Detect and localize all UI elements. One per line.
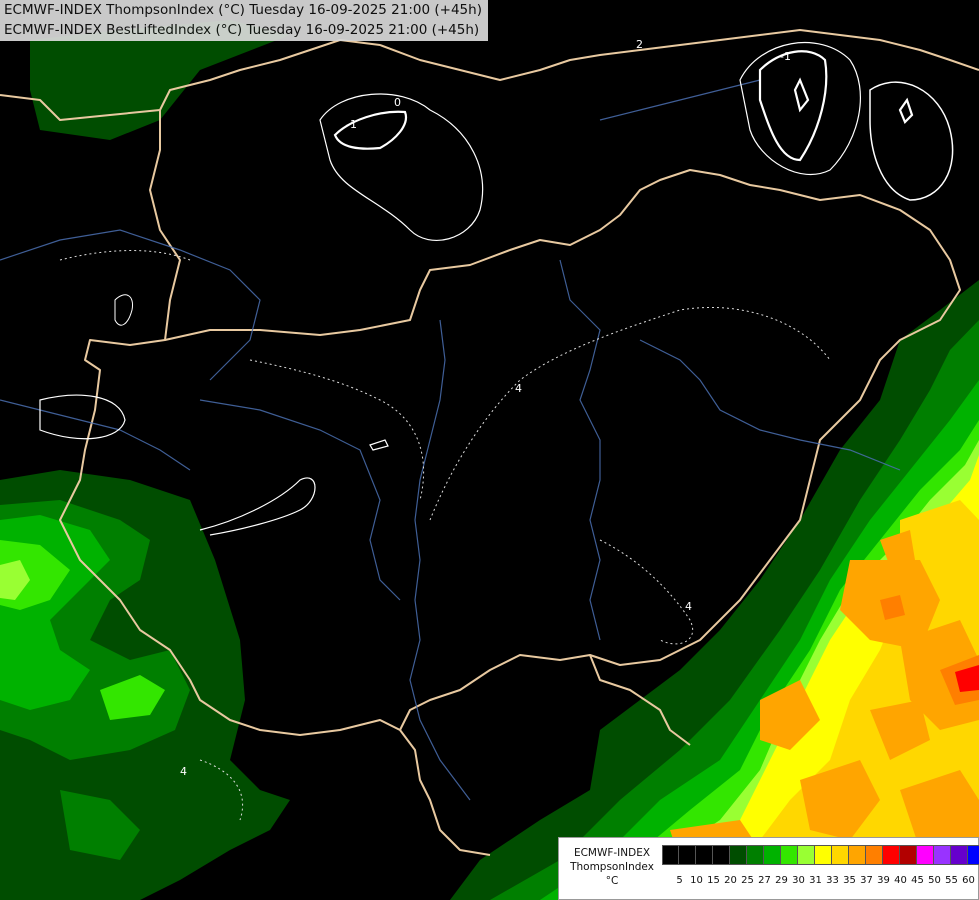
weather-map: 0 -1 -1 2 4 4 4 (0, 0, 979, 900)
legend-color-scale (662, 845, 979, 865)
legend-tick-label: 39 (877, 875, 890, 886)
legend-swatch (934, 845, 951, 865)
legend-swatch (849, 845, 866, 865)
legend-tick-label: 35 (843, 875, 856, 886)
legend-title: ECMWF-INDEX ThompsonIndex °C (563, 846, 661, 888)
title-line-1: ECMWF-INDEX ThompsonIndex (°C) Tuesday 1… (4, 2, 482, 18)
title-line-2: ECMWF-INDEX BestLiftedIndex (°C) Tuesday… (4, 22, 480, 38)
legend-swatch (917, 845, 934, 865)
legend-tick-label: 31 (809, 875, 822, 886)
legend-swatch (951, 845, 968, 865)
legend-tick-label: 55 (945, 875, 958, 886)
legend-swatch (679, 845, 696, 865)
legend-tick-label: 27 (758, 875, 771, 886)
legend-tick-label: 37 (860, 875, 873, 886)
legend-tick-label: 5 (676, 875, 683, 886)
color-legend: ECMWF-INDEX ThompsonIndex °C 5 10 15 20 25 27… (558, 837, 979, 900)
contour-label: 4 (685, 600, 692, 613)
legend-tick-label: 29 (775, 875, 788, 886)
map-title-box: ECMWF-INDEX ThompsonIndex (°C) Tuesday 1… (0, 0, 488, 41)
legend-swatch (900, 845, 917, 865)
legend-tick-label: 10 (690, 875, 703, 886)
legend-swatch (764, 845, 781, 865)
legend-swatch (747, 845, 764, 865)
legend-swatch (696, 845, 713, 865)
legend-swatch (730, 845, 747, 865)
legend-swatch (798, 845, 815, 865)
legend-swatch (815, 845, 832, 865)
legend-tick-label: 40 (894, 875, 907, 886)
legend-tick-label: 60 (962, 875, 975, 886)
contour-label: 0 (394, 96, 401, 109)
legend-tick-label: 25 (741, 875, 754, 886)
legend-tick-label: 45 (911, 875, 924, 886)
legend-swatch (713, 845, 730, 865)
legend-swatch (781, 845, 798, 865)
legend-tick-label: 20 (724, 875, 737, 886)
contour-label: -1 (346, 118, 357, 131)
legend-tick-label: 30 (792, 875, 805, 886)
legend-swatch (968, 845, 979, 865)
contour-label: 2 (636, 38, 643, 51)
legend-tick-label: 33 (826, 875, 839, 886)
legend-tick-label: 50 (928, 875, 941, 886)
legend-title-model: ECMWF-INDEX (573, 847, 651, 859)
legend-tick-label: 15 (707, 875, 720, 886)
contour-label: -1 (780, 50, 791, 63)
legend-ticks: 5 10 15 20 25 27 29 30 31 33 35 37 39 40 45 50 55 60 (671, 875, 977, 886)
contour-label: 4 (515, 382, 522, 395)
legend-swatch (832, 845, 849, 865)
legend-swatch (662, 845, 679, 865)
legend-title-index: ThompsonIndex (570, 861, 654, 873)
legend-swatch (883, 845, 900, 865)
legend-swatch (866, 845, 883, 865)
contour-label: 4 (180, 765, 187, 778)
legend-title-unit: °C (605, 875, 619, 887)
